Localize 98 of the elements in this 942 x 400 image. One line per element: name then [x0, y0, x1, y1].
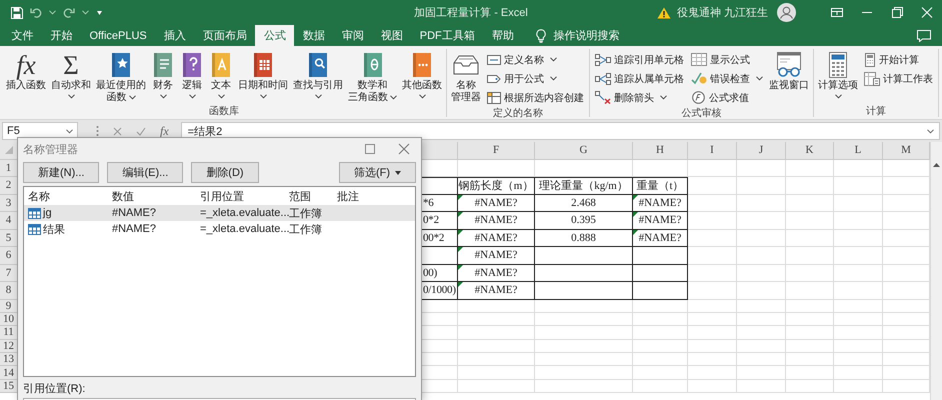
value-text: #NAME?	[112, 207, 158, 219]
table-cell: #NAME?	[633, 194, 688, 212]
row-header[interactable]: 8	[0, 282, 18, 300]
window-title: 加固工程量计算 - Excel	[414, 6, 528, 20]
filter-button[interactable]: 筛选(F)	[338, 162, 416, 183]
ribbon-tab[interactable]: OfficePLUS	[81, 25, 156, 46]
names-list[interactable]: 名称 数值 引用位置 范围 批注 jg #NAME? =_xleta.evaluate...工作簿 结果 #NAME? =_xleta.evaluate...工作簿	[23, 186, 416, 377]
ribbon-button[interactable]: 查找与引用	[291, 49, 345, 99]
ribbon-tab[interactable]: 文件	[3, 25, 42, 46]
ribbon-button[interactable]: 计算选项	[816, 49, 860, 99]
reference-text: =_xleta.evaluate...	[200, 207, 289, 219]
table-cell: #NAME?	[458, 247, 535, 264]
row-header[interactable]: 13	[0, 353, 18, 366]
group-label: 计算	[865, 104, 887, 117]
dialog-button[interactable]: 新建(N)...	[23, 162, 100, 183]
search-hint[interactable]: 操作说明搜索	[553, 28, 620, 43]
table-cell: 理论重量（kg/m）	[535, 177, 633, 194]
group-label: 定义的名称	[492, 106, 544, 119]
column-header[interactable]: H	[633, 142, 688, 160]
table-cell: 钢筋长度（m）	[458, 177, 535, 194]
table-cell: #NAME?	[458, 264, 535, 282]
table-cell: 0.888	[535, 230, 633, 247]
table-cell: #NAME?	[458, 212, 535, 230]
ribbon-button[interactable]: 逻辑	[178, 49, 206, 99]
ribbon-button[interactable]: Σ 自动求和	[49, 49, 93, 99]
dialog-button[interactable]: 编辑(E)...	[107, 162, 184, 183]
ribbon-tab[interactable]: 数据	[294, 25, 334, 46]
ribbon-tab[interactable]: 插入	[155, 25, 194, 46]
ribbon-tab[interactable]: 页面布局	[194, 25, 256, 46]
ribbon-button[interactable]: 公式求值	[691, 89, 763, 106]
name-text: 结果	[43, 222, 65, 236]
column-heading[interactable]: 引用位置	[200, 188, 289, 204]
ribbon-button[interactable]: 名称管理器	[449, 49, 483, 104]
column-header[interactable]: I	[688, 142, 737, 160]
name-row[interactable]: 结果 #NAME? =_xleta.evaluate...工作簿	[24, 221, 415, 237]
column-heading[interactable]: 范围	[289, 188, 337, 204]
ribbon-button[interactable]: 追踪引用单元格	[595, 51, 684, 68]
ribbon-button[interactable]: 财务	[149, 49, 177, 99]
ribbon-button[interactable]: 追踪从属单元格	[595, 70, 684, 87]
column-header[interactable]: L	[834, 142, 883, 160]
ribbon-tab[interactable]: 审阅	[333, 25, 372, 46]
column-header[interactable]: F	[458, 142, 535, 160]
reference-text: =_xleta.evaluate...	[200, 223, 289, 235]
ribbon-button[interactable]: 错误检查	[691, 70, 763, 87]
table-cell: 2.468	[535, 194, 633, 212]
row-header[interactable]: 11	[0, 326, 18, 340]
ribbon-tab[interactable]: 开始	[42, 25, 81, 46]
column-heading[interactable]: 批注	[337, 188, 415, 204]
group-label: 公式审核	[680, 106, 722, 119]
insert-function-icon[interactable]: fx	[160, 124, 169, 138]
column-header[interactable]: J	[737, 142, 786, 160]
ribbon-button[interactable]: 计算工作表	[864, 70, 933, 87]
ribbon-button[interactable]: 显示公式	[691, 51, 763, 68]
value-text: #NAME?	[112, 223, 158, 235]
sum-icon: Σ	[63, 50, 79, 80]
ribbon-button[interactable]: 监视窗口	[767, 49, 811, 92]
user-name[interactable]: 役鬼通神 九江狂生	[676, 5, 768, 20]
column-header[interactable]: G	[535, 142, 633, 160]
column-header[interactable]: K	[786, 142, 834, 160]
ribbon-tab[interactable]: 公式	[255, 25, 294, 46]
ribbon-tab[interactable]: 视图	[372, 25, 412, 46]
name-row[interactable]: jg #NAME? =_xleta.evaluate...工作簿	[24, 205, 415, 221]
ribbon-button[interactable]: 日期和时间	[236, 49, 290, 99]
ribbon-button[interactable]: 开始计算	[864, 51, 933, 68]
dialog-title: 名称管理器	[23, 142, 79, 156]
ribbon-button[interactable]: 根据所选内容创建	[487, 89, 584, 106]
table-cell: #NAME?	[458, 282, 535, 300]
row-header[interactable]: 14	[0, 366, 18, 380]
formula-field[interactable]: =结果2	[180, 122, 940, 140]
table-cell: #NAME?	[458, 194, 535, 212]
ribbon-button[interactable]: 数学和三角函数	[346, 49, 399, 104]
function-icon: fx	[16, 50, 36, 80]
ribbon-button[interactable]: 定义名称	[487, 51, 584, 68]
ribbon-tab[interactable]: PDF工具箱	[411, 25, 484, 46]
field-label: 引用位置(R):	[23, 382, 86, 396]
ribbon-tab[interactable]: 帮助	[483, 25, 522, 46]
ribbon-button[interactable]: 文本	[207, 49, 235, 99]
group-label: 函数库	[208, 104, 240, 117]
dialog-button[interactable]: 删除(D)	[191, 162, 259, 183]
name-text: jg	[43, 207, 52, 219]
ribbon-button[interactable]: 其他函数	[400, 49, 444, 99]
row-header[interactable]: 2	[0, 177, 18, 194]
ribbon-button[interactable]: fx 插入函数	[4, 49, 48, 92]
table-cell: #NAME?	[633, 212, 688, 230]
ribbon-button[interactable]: 用于公式	[487, 70, 584, 87]
ribbon-button[interactable]: 最近使用的函数	[94, 49, 148, 104]
row-header[interactable]: 4	[0, 212, 18, 230]
scope-text: 工作簿	[289, 206, 323, 220]
table-cell: #NAME?	[458, 230, 535, 247]
scope-text: 工作簿	[289, 222, 323, 236]
row-header[interactable]: 6	[0, 247, 18, 264]
table-cell: #NAME?	[633, 230, 688, 247]
column-header[interactable]: M	[883, 142, 930, 160]
ribbon-button[interactable]: 删除箭头	[595, 89, 684, 106]
column-heading[interactable]: 名称	[28, 188, 112, 204]
table-cell: 重量（t）	[633, 177, 688, 194]
column-heading[interactable]: 数值	[112, 188, 200, 204]
table-cell: 0.395	[535, 212, 633, 230]
